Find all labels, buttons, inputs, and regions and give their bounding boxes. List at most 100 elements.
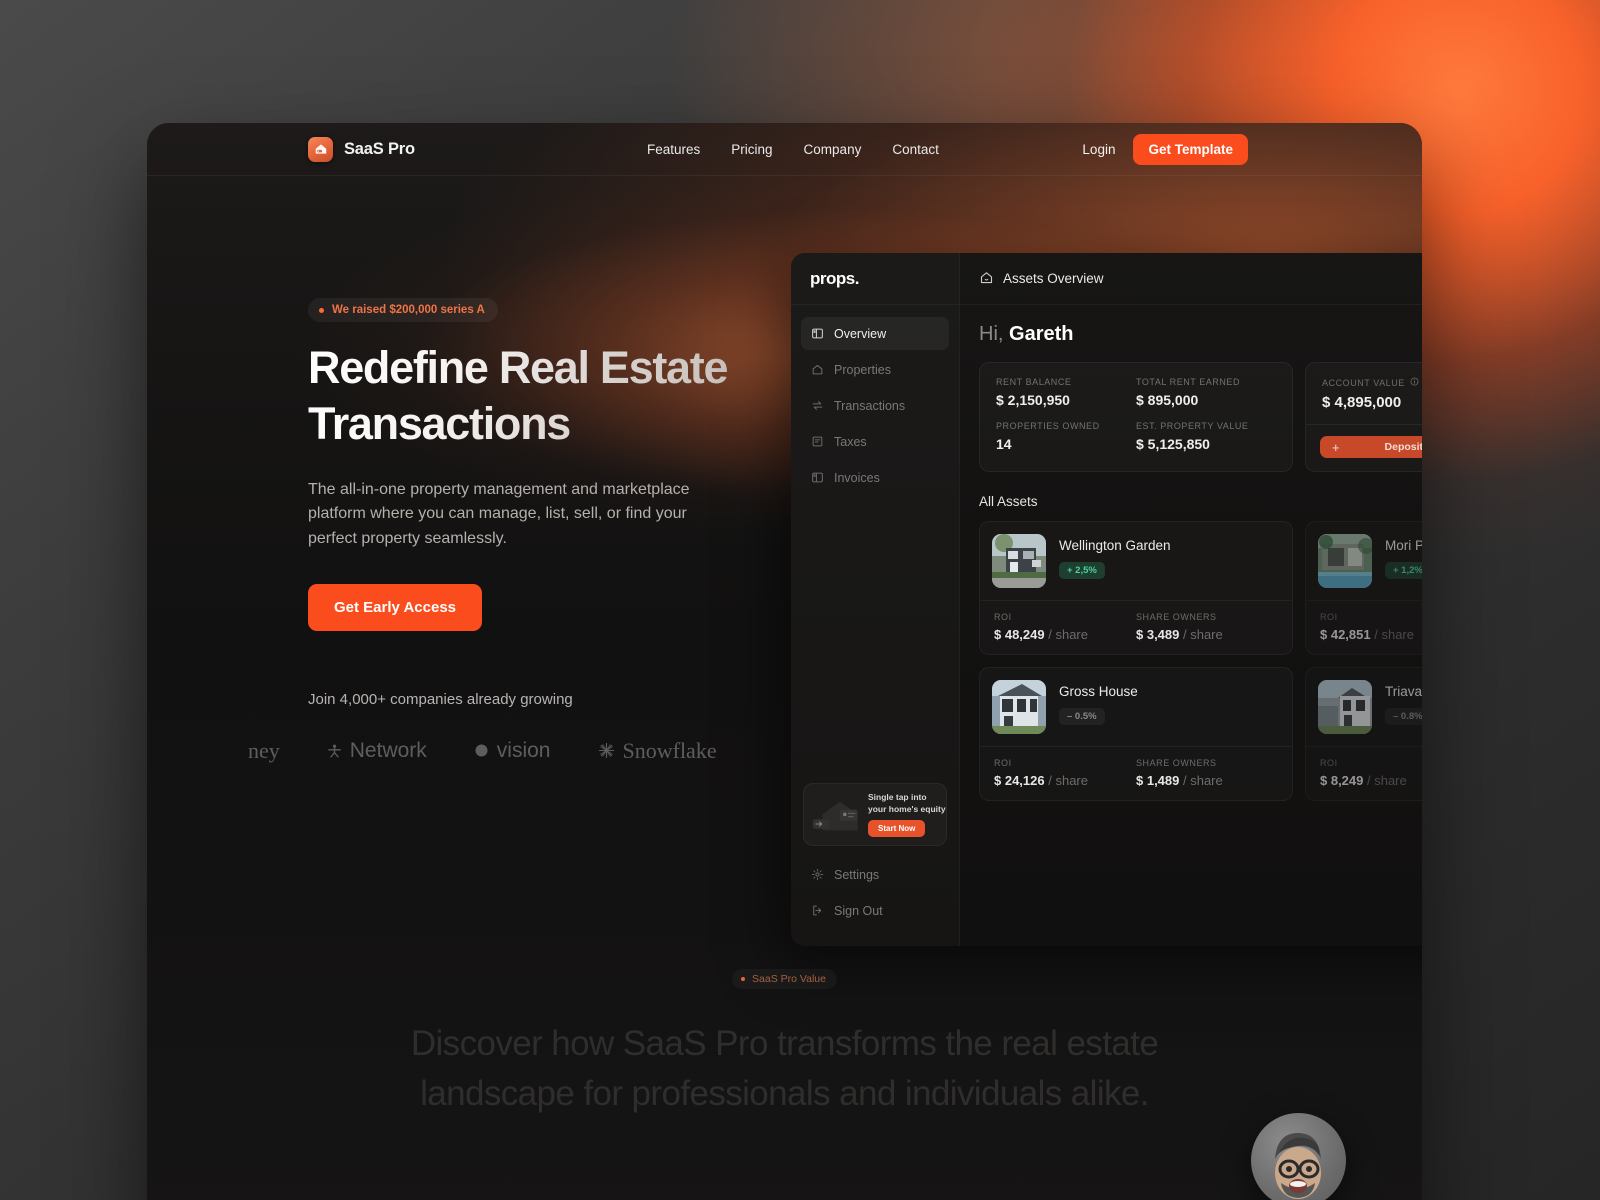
hero-title-line-2: Transactions <box>308 397 571 449</box>
sidebar-item-overview[interactable]: Overview <box>801 317 949 350</box>
property-thumbnail <box>992 534 1046 588</box>
funding-badge-label: We raised $200,000 series A <box>332 304 485 316</box>
share-owners-label: SHARE OWNERS <box>1136 758 1217 768</box>
nav-link-pricing[interactable]: Pricing <box>731 142 772 157</box>
sidebar-item-signout[interactable]: Sign Out <box>801 894 949 927</box>
asset-change-badge: + 1,2% <box>1385 562 1422 579</box>
asset-name: Gross House <box>1059 684 1138 699</box>
assets-grid: Wellington Garden + 2,5% ROI $ 48,249 / … <box>979 521 1422 801</box>
nav-link-features[interactable]: Features <box>647 142 700 157</box>
asset-card[interactable]: Triava R – 0.8% ROI $ 8,249 / share <box>1305 667 1422 801</box>
property-thumbnail <box>1318 680 1372 734</box>
logo-network: Network <box>326 739 427 763</box>
asset-card[interactable]: Mori Pin + 1,2% ROI $ 42,851 / share <box>1305 521 1422 655</box>
sidebar-item-label: Overview <box>834 326 887 341</box>
sidebar-item-properties[interactable]: Properties <box>801 353 949 386</box>
roi-value: $ 42,851 <box>1320 627 1371 642</box>
sidebar-item-label: Settings <box>834 867 880 882</box>
roi-label: ROI <box>994 758 1012 768</box>
roi-value: $ 48,249 <box>994 627 1045 642</box>
start-now-button[interactable]: Start Now <box>868 819 926 837</box>
circle-icon <box>475 744 488 758</box>
social-proof-text: Join 4,000+ companies already growing <box>308 690 573 708</box>
brand-name: SaaS Pro <box>344 139 415 158</box>
stat-rent-balance: RENT BALANCE $ 2,150,950 <box>996 377 1136 408</box>
stat-value: $ 5,125,850 <box>1136 436 1210 452</box>
logo-network-label: Network <box>349 738 427 762</box>
value-section: SaaS Pro Value Discover how SaaS Pro tra… <box>147 968 1422 1200</box>
deposit-button[interactable]: + Deposit <box>1320 436 1422 458</box>
nav-actions: Login Get Template <box>1082 133 1408 165</box>
badge-dot-icon <box>741 977 746 981</box>
roi-unit: / share <box>1374 627 1414 642</box>
gear-icon <box>811 868 824 881</box>
asset-roi: ROI $ 42,851 / share <box>1320 612 1422 642</box>
roi-unit: / share <box>1048 627 1088 642</box>
info-icon[interactable] <box>1410 377 1419 388</box>
promo-line-2: your home's equity <box>868 803 946 814</box>
asset-card[interactable]: Gross House – 0.5% ROI $ 24,126 / share <box>979 667 1293 801</box>
brand-logo[interactable]: SaaS Pro <box>161 136 496 162</box>
greeting: Hi, Gareth <box>979 323 1422 346</box>
snowflake-icon <box>598 743 614 759</box>
value-badge: SaaS Pro Value <box>732 969 837 989</box>
owners-value: $ 3,489 <box>1136 627 1180 642</box>
assets-heading: All Assets <box>979 494 1038 509</box>
house-illustration-icon <box>812 801 858 831</box>
login-link[interactable]: Login <box>1082 142 1115 157</box>
value-badge-label: SaaS Pro Value <box>752 973 826 985</box>
get-template-button[interactable]: Get Template <box>1133 133 1248 165</box>
logo-snowflake: Snowflake <box>597 738 717 764</box>
sidebar-item-taxes[interactable]: Taxes <box>801 425 949 458</box>
sidebar-item-label: Transactions <box>834 398 906 413</box>
sidebar-footer: Settings Sign Out <box>791 858 959 946</box>
avatar <box>1251 1113 1346 1200</box>
roi-label: ROI <box>994 612 1012 622</box>
stat-label: TOTAL RENT EARNED <box>1136 377 1241 387</box>
asset-card[interactable]: Wellington Garden + 2,5% ROI $ 48,249 / … <box>979 521 1293 655</box>
owners-value: $ 1,489 <box>1136 773 1180 788</box>
layout-icon <box>811 327 824 340</box>
dashboard-nav: Overview Properties Transactions Taxes I… <box>791 305 959 497</box>
asset-share-owners: SHARE OWNERS $ 3,489 / share <box>1136 612 1278 642</box>
roi-unit: / share <box>1048 773 1088 788</box>
assets-column-primary: Wellington Garden + 2,5% ROI $ 48,249 / … <box>979 521 1293 801</box>
account-value-label: ACCOUNT VALUE <box>1322 377 1422 388</box>
sign-out-icon <box>811 904 824 917</box>
browser-page-frame: SaaS Pro Features Pricing Company Contac… <box>147 123 1422 1200</box>
property-thumbnail <box>1318 534 1372 588</box>
sidebar-item-invoices[interactable]: Invoices <box>801 461 949 494</box>
owners-unit: / share <box>1183 627 1223 642</box>
stat-value: 14 <box>996 436 1012 452</box>
home-icon <box>979 270 994 288</box>
roi-unit: / share <box>1367 773 1407 788</box>
sidebar-item-settings[interactable]: Settings <box>801 858 949 891</box>
stats-row: RENT BALANCE $ 2,150,950 TOTAL RENT EARN… <box>979 362 1422 472</box>
nav-link-contact[interactable]: Contact <box>892 142 939 157</box>
dashboard-sidebar: props. Overview Properties Transactions … <box>791 253 960 946</box>
logo-disney: ney <box>248 737 280 763</box>
equity-promo-card[interactable]: Single tap into your home's equity Start… <box>803 783 947 846</box>
sidebar-item-label: Taxes <box>834 434 867 449</box>
hero-title-line-1: Redefine Real Estate <box>308 342 728 393</box>
receipt-icon <box>811 435 824 448</box>
property-thumbnail <box>992 680 1046 734</box>
stat-label: RENT BALANCE <box>996 377 1072 387</box>
plus-icon: + <box>1332 439 1340 455</box>
layout-icon <box>811 471 824 484</box>
dashboard-topbar-title: Assets Overview <box>1003 271 1104 286</box>
home-icon <box>811 363 824 376</box>
asset-name: Wellington Garden <box>1059 538 1171 553</box>
nav-link-company[interactable]: Company <box>804 142 862 157</box>
roi-label: ROI <box>1320 758 1338 768</box>
dashboard-brand: props. <box>791 253 959 305</box>
get-early-access-button[interactable]: Get Early Access <box>308 583 483 631</box>
network-icon <box>327 745 341 759</box>
sidebar-item-transactions[interactable]: Transactions <box>801 389 949 422</box>
badge-dot-icon <box>319 307 324 313</box>
stat-properties-owned: PROPERTIES OWNED 14 <box>996 421 1136 452</box>
asset-change-badge: – 0.5% <box>1059 708 1105 725</box>
stat-label: PROPERTIES OWNED <box>996 421 1100 431</box>
asset-roi: ROI $ 48,249 / share <box>994 612 1136 642</box>
funding-badge: We raised $200,000 series A <box>308 298 498 322</box>
